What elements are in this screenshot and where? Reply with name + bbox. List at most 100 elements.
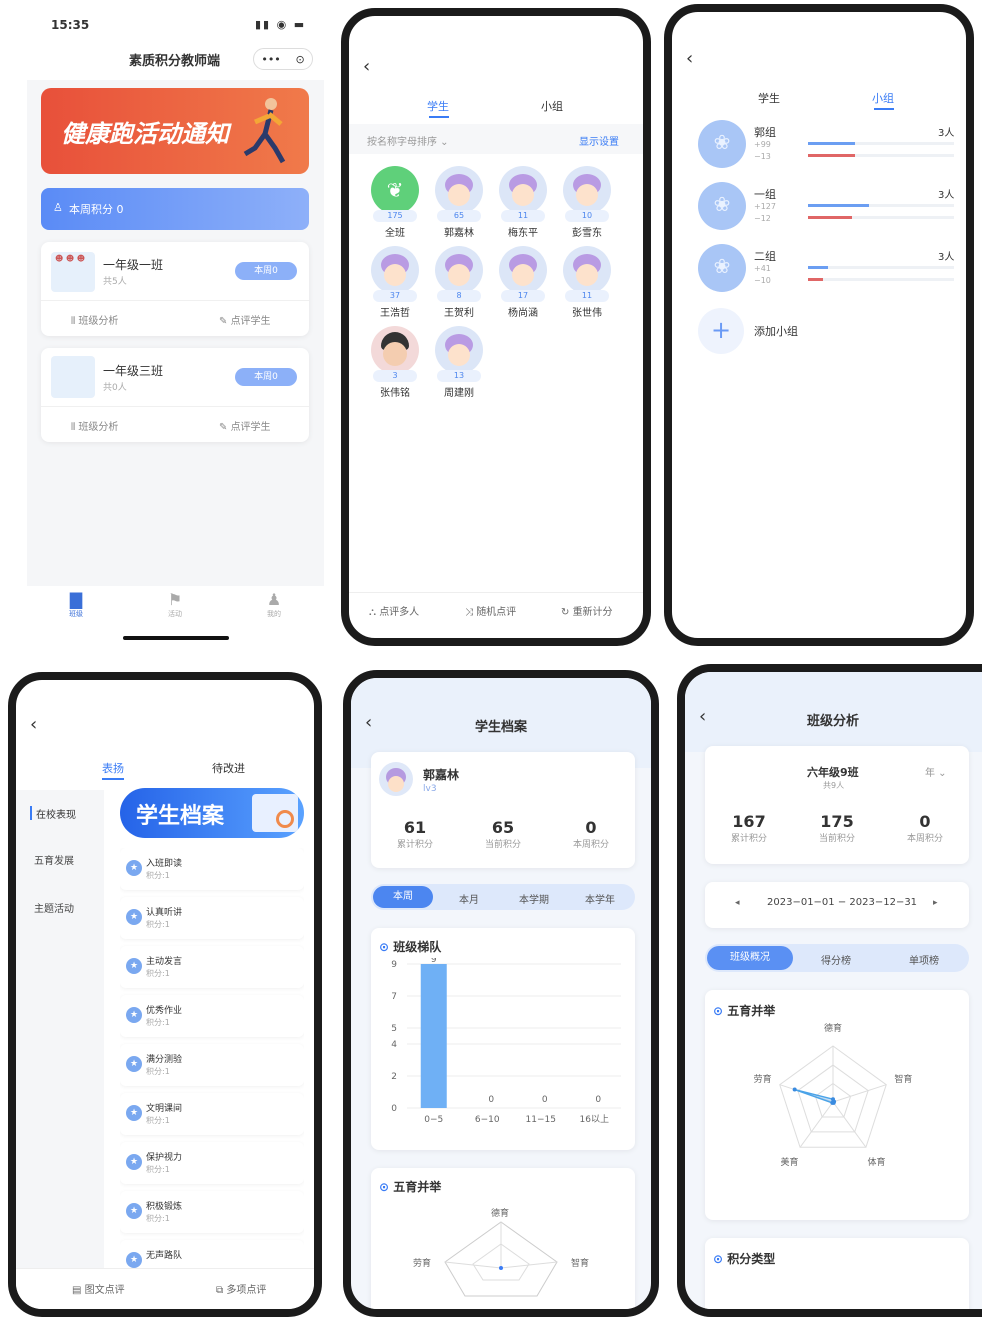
period-tab-year[interactable]: 本学年: [585, 891, 615, 906]
tab-mine[interactable]: ♟ 我的: [259, 590, 289, 619]
praise-item[interactable]: ★ 认真听讲 积分:1: [120, 897, 304, 939]
y-tick-label: 0: [391, 1104, 397, 1114]
more-icon[interactable]: •••: [261, 53, 280, 66]
sort-dropdown[interactable]: 按名称字母排序 ⌄: [367, 133, 449, 148]
y-tick-label: 9: [391, 960, 397, 970]
screen-student-profile: ‹ 学生档案 郭嘉林 lv3 61 累计积分 65 当前积分 0 本周积分 本周 本月…: [343, 670, 659, 1317]
activity-banner[interactable]: 健康跑活动通知: [41, 88, 309, 174]
class-card[interactable]: ☻ ☻ ☻ 一年级一班 共5人 本周0 ⫴ 班级分析 ✎ 点评学生: [41, 242, 309, 336]
period-tab-month[interactable]: 本月: [459, 891, 479, 906]
sidebar-item-themes[interactable]: 主题活动: [34, 900, 74, 915]
comment-multiple-button[interactable]: ⛬ 点评多人: [369, 603, 419, 618]
display-settings-link[interactable]: 显示设置: [579, 133, 619, 148]
tab-students[interactable]: 学生: [758, 90, 780, 106]
student-score: 11: [565, 290, 609, 302]
reset-score-button[interactable]: ↻ 重新计分: [561, 603, 613, 618]
student-cell[interactable]: 10 彭雪东: [559, 166, 615, 242]
student-cell[interactable]: ❦ 175 全班: [367, 166, 423, 242]
group-row[interactable]: ❀ 一组 +127 −12 3人: [688, 178, 958, 236]
screen-groups: ‹ 学生 小组 ❀ 郭组 +99 −13 3人 ❀ 一组 +127 −12 3人 ❀ 二组 +41 −10…: [664, 4, 974, 646]
comment-students-button[interactable]: ✎ 点评学生: [219, 312, 271, 327]
tab-groups[interactable]: 小组: [541, 98, 563, 114]
comment-students-button[interactable]: ✎ 点评学生: [219, 418, 271, 433]
sidebar-item-school[interactable]: 在校表现: [36, 806, 76, 821]
multi-comment-button[interactable]: ⧉ 多项点评: [216, 1281, 266, 1296]
class-analysis-button[interactable]: ⫴ 班级分析: [71, 312, 118, 327]
praise-item[interactable]: ★ 入班即读 积分:1: [120, 848, 304, 890]
edit-icon: ✎: [219, 316, 231, 327]
tab-improve[interactable]: 待改进: [212, 760, 245, 776]
class-name: 一年级一班: [103, 258, 164, 272]
close-circle-icon[interactable]: ⊙: [295, 53, 304, 66]
prev-icon[interactable]: ◂: [735, 898, 740, 908]
x-tick-label: 6−10: [475, 1115, 500, 1125]
item-name: 主动发言: [146, 957, 183, 967]
student-cell[interactable]: 65 郭嘉林: [431, 166, 487, 242]
student-cell[interactable]: 11 梅东平: [495, 166, 551, 242]
praise-item[interactable]: ★ 无声路队: [120, 1240, 304, 1268]
date-range: 2023−01−01 − 2023−12−31: [767, 897, 918, 908]
student-score: 17: [501, 290, 545, 302]
student-cell[interactable]: 11 张世伟: [559, 246, 615, 322]
tab-underline: [102, 778, 124, 780]
praise-item[interactable]: ★ 满分测验 积分:1: [120, 1044, 304, 1086]
student-cell[interactable]: 37 王浩哲: [367, 246, 423, 322]
back-icon[interactable]: ‹: [686, 48, 693, 69]
praise-item[interactable]: ★ 积极锻炼 积分:1: [120, 1191, 304, 1233]
tab-single-ranking[interactable]: 单项榜: [909, 952, 939, 967]
period-tab-term[interactable]: 本学期: [519, 891, 549, 906]
item-score: 积分:1: [146, 1165, 170, 1174]
item-score: 积分:1: [146, 1116, 170, 1125]
minus-bar: [808, 154, 855, 157]
student-score: 65: [437, 210, 481, 222]
screen-home: 15:35 ▮▮ ◉ ▬ 素质积分教师端 ••• ⊙ 健康跑活动通知 ♙ 本周积分…: [27, 8, 324, 648]
tab-bar: ▇ 班级 ⚑ 活动 ♟ 我的: [27, 586, 324, 648]
back-icon[interactable]: ‹: [363, 56, 370, 77]
item-name: 保护视力: [146, 1153, 183, 1163]
praise-item[interactable]: ★ 主动发言 积分:1: [120, 946, 304, 988]
bottom-actions: ⛬ 点评多人 ⤨ 随机点评 ↻ 重新计分: [349, 592, 643, 632]
next-icon[interactable]: ▸: [933, 898, 938, 908]
student-cell[interactable]: 8 王贺利: [431, 246, 487, 322]
group-avatar: ❀: [698, 120, 746, 168]
period-select[interactable]: 年 ⌄: [925, 764, 947, 779]
capsule-menu[interactable]: ••• ⊙: [253, 48, 313, 70]
student-cell[interactable]: 13 周建刚: [431, 326, 487, 402]
back-icon[interactable]: ‹: [699, 706, 706, 727]
class-analysis-button[interactable]: ⫴ 班级分析: [71, 418, 118, 433]
banner-title: 学生档案: [136, 804, 225, 829]
y-tick-label: 5: [391, 1024, 397, 1034]
chevron-down-icon: ⌄: [437, 137, 449, 148]
weekly-score-bar[interactable]: ♙ 本周积分 0: [41, 188, 309, 230]
image-text-comment-button[interactable]: ▤ 图文点评: [72, 1281, 125, 1296]
student-name: 王浩哲: [380, 308, 410, 319]
tab-activity[interactable]: ⚑ 活动: [160, 590, 190, 619]
avatar: [379, 762, 413, 796]
add-group-button[interactable]: + 添加小组: [688, 308, 888, 354]
tab-ranking[interactable]: 得分榜: [821, 952, 851, 967]
document-icon: [252, 794, 298, 832]
student-cell[interactable]: 17 杨尚涵: [495, 246, 551, 322]
group-row[interactable]: ❀ 二组 +41 −10 3人: [688, 240, 958, 298]
app-title: 素质积分教师端: [129, 54, 221, 69]
student-score: 10: [565, 210, 609, 222]
plant-icon: ❦: [371, 166, 419, 214]
back-icon[interactable]: ‹: [30, 714, 37, 735]
random-comment-button[interactable]: ⤨ 随机点评: [465, 603, 516, 618]
class-card[interactable]: 一年级三班 共0人 本周0 ⫴ 班级分析 ✎ 点评学生: [41, 348, 309, 442]
group-row[interactable]: ❀ 郭组 +99 −13 3人: [688, 116, 958, 174]
tab-overview[interactable]: 班级概况: [707, 946, 793, 970]
student-cell[interactable]: 3 张伟铭: [367, 326, 423, 402]
tab-class[interactable]: ▇ 班级: [61, 590, 91, 619]
praise-item[interactable]: ★ 文明课间 积分:1: [120, 1093, 304, 1135]
praise-item[interactable]: ★ 优秀作业 积分:1: [120, 995, 304, 1037]
sidebar-item-five-education[interactable]: 五育发展: [34, 852, 74, 867]
tab-students[interactable]: 学生: [427, 98, 449, 114]
period-tab-week[interactable]: 本周: [373, 886, 433, 908]
tab-groups[interactable]: 小组: [872, 90, 894, 106]
praise-item[interactable]: ★ 保护视力 积分:1: [120, 1142, 304, 1184]
tab-praise[interactable]: 表扬: [102, 760, 124, 776]
class-avatar: [51, 356, 95, 398]
profile-banner[interactable]: 学生档案: [120, 788, 304, 838]
back-icon[interactable]: ‹: [365, 712, 372, 733]
